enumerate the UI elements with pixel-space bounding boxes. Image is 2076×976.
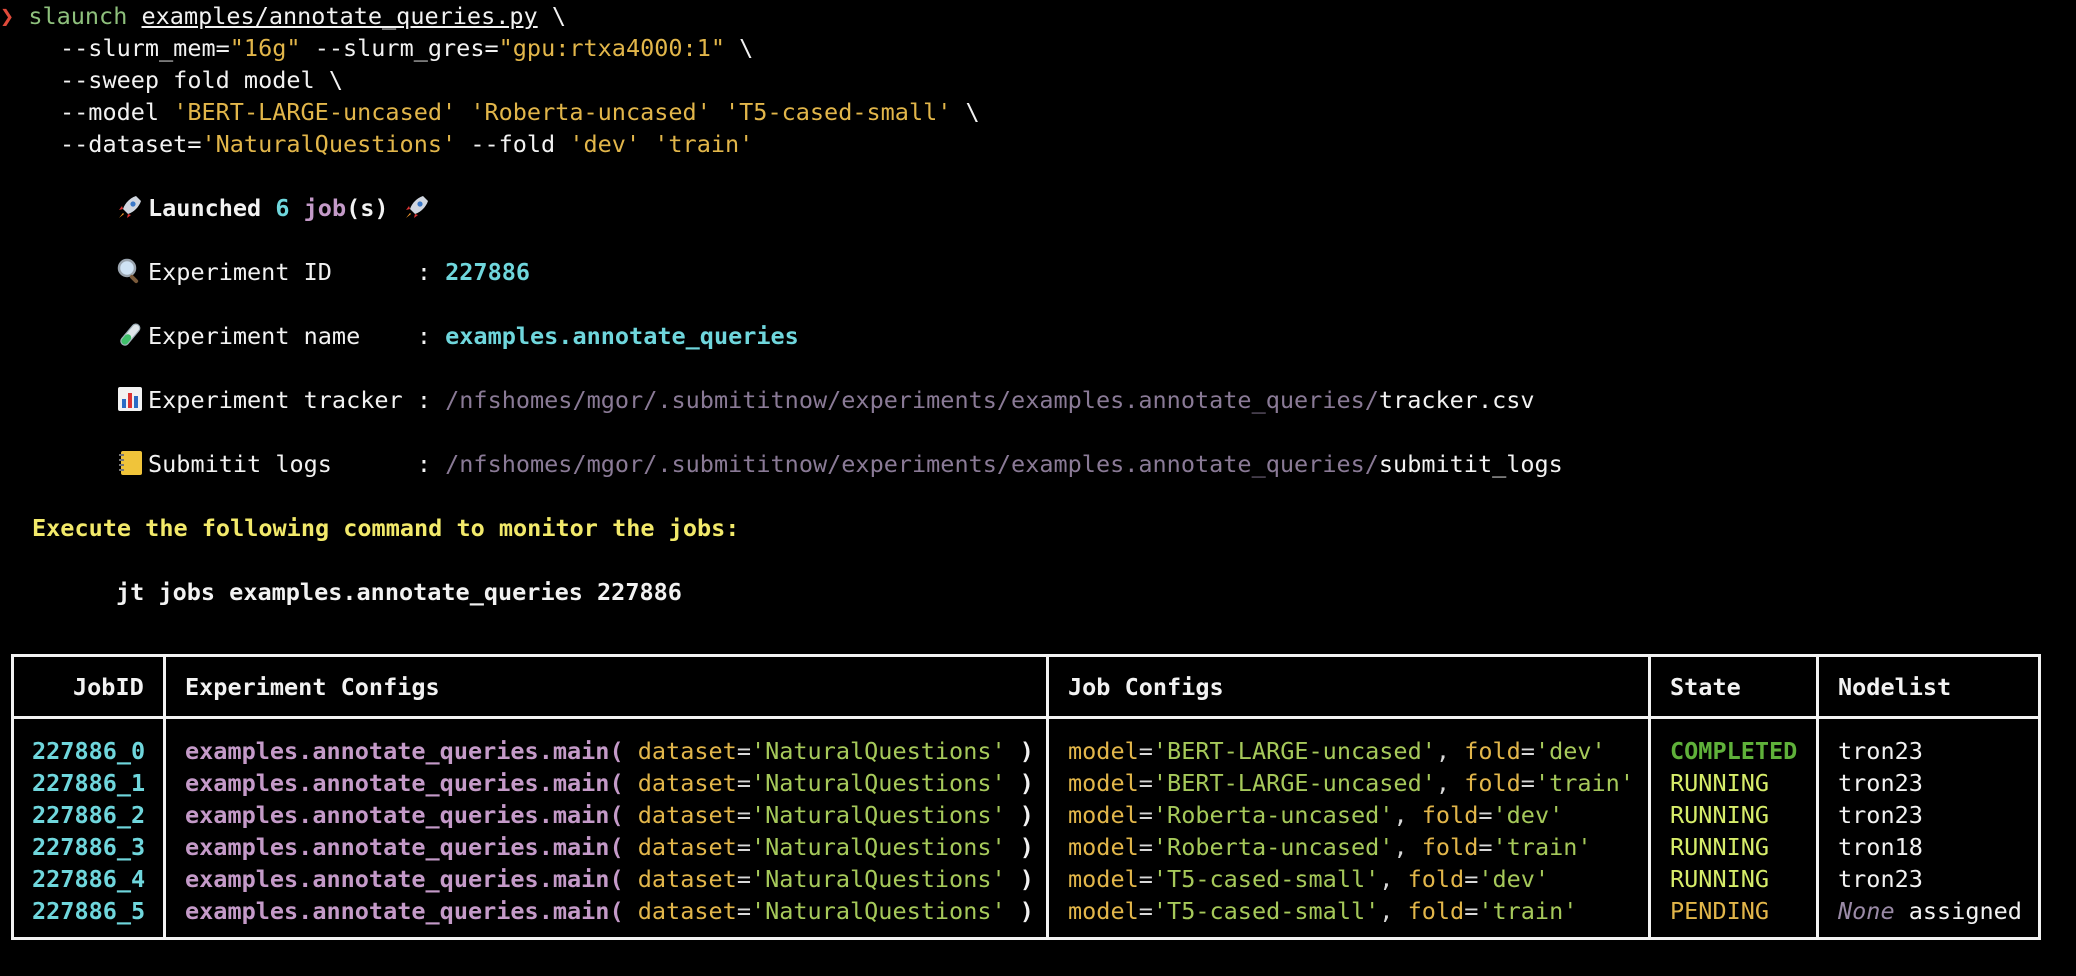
command-line-1: ❯ slaunch examples/annotate_queries.py \: [0, 0, 566, 32]
line-continuation: \: [965, 98, 980, 126]
job-state: RUNNING: [1670, 833, 1770, 861]
model-arg: 'T5-cased-small': [725, 98, 952, 126]
job-state: PENDING: [1670, 897, 1770, 925]
launched-count: 6: [275, 194, 290, 222]
launched-unit: job: [303, 194, 347, 222]
experiment-id-value: 227886: [445, 258, 531, 286]
job-state: RUNNING: [1670, 865, 1770, 893]
experiment-name-value: examples.annotate_queries: [445, 322, 799, 350]
model-arg: 'BERT-LARGE-uncased': [173, 98, 457, 126]
command-line-2: --slurm_mem="16g" --slurm_gres="gpu:rtxa…: [60, 32, 753, 64]
header-nodelist: Nodelist: [1838, 673, 1952, 701]
prompt-symbol: ❯: [0, 2, 15, 30]
bar-chart-icon: [116, 384, 148, 416]
line-continuation: \: [739, 34, 754, 62]
flag-fold: --fold: [470, 130, 556, 158]
experiment-config: examples.annotate_queries.main( dataset=…: [185, 897, 1034, 925]
flag-slurm-mem: --slurm_mem=: [60, 34, 230, 62]
fold-arg: 'train': [654, 130, 754, 158]
job-config: model='BERT-LARGE-uncased', fold='train': [1068, 769, 1634, 797]
command-script: examples/annotate_queries.py: [141, 2, 538, 30]
job-id: 227886_2: [32, 801, 146, 829]
job-state: RUNNING: [1670, 769, 1770, 797]
job-id: 227886_3: [32, 833, 146, 861]
header-jobid: JobID: [73, 673, 144, 701]
header-experiment-configs: Experiment Configs: [185, 673, 440, 701]
launched-line: Launched 6 job(s): [116, 192, 435, 224]
test-tube-icon: [116, 320, 148, 352]
rocket-icon: [403, 192, 435, 224]
job-state: RUNNING: [1670, 801, 1770, 829]
column-separator: [1046, 654, 1049, 940]
job-config: model='Roberta-uncased', fold='train': [1068, 833, 1592, 861]
notebook-icon: [116, 448, 148, 480]
dataset-value: 'NaturalQuestions': [201, 130, 457, 158]
rocket-icon: [116, 192, 148, 224]
experiment-name-line: Experiment name : examples.annotate_quer…: [116, 320, 799, 352]
monitor-banner: Execute the following command to monitor…: [32, 514, 740, 542]
model-arg: 'Roberta-uncased': [470, 98, 711, 126]
magnifier-icon: [116, 256, 148, 288]
job-state: COMPLETED: [1670, 737, 1798, 765]
launched-suffix: (s): [346, 194, 389, 222]
job-node: tron23: [1838, 737, 1923, 765]
column-separator: [163, 654, 166, 940]
command-line-3: --sweep fold model \: [60, 66, 343, 94]
experiment-tracker-line: Experiment tracker : /nfshomes/mgor/.sub…: [116, 384, 1535, 416]
experiment-config: examples.annotate_queries.main( dataset=…: [185, 769, 1034, 797]
experiment-config: examples.annotate_queries.main( dataset=…: [185, 865, 1034, 893]
command-line-4: --model 'BERT-LARGE-uncased' 'Roberta-un…: [60, 96, 980, 128]
logs-file: submitit_logs: [1378, 450, 1563, 478]
job-id: 227886_5: [32, 897, 146, 925]
job-node: tron23: [1838, 801, 1923, 829]
job-id: 227886_4: [32, 865, 146, 893]
tracker-path: /nfshomes/mgor/.submititnow/experiments/…: [445, 386, 1379, 414]
flag-model: --model: [60, 98, 160, 126]
flag-dataset: --dataset=: [60, 130, 202, 158]
header-job-configs: Job Configs: [1068, 673, 1224, 701]
experiment-id-line: Experiment ID : 227886: [116, 256, 530, 288]
column-separator: [1816, 654, 1819, 940]
command-line-5: --dataset='NaturalQuestions' --fold 'dev…: [60, 128, 753, 160]
experiment-name-label: Experiment name :: [148, 322, 431, 350]
tracker-file: tracker.csv: [1378, 386, 1535, 414]
header-state: State: [1670, 673, 1741, 701]
slurm-gres-value: "gpu:rtxa4000:1": [498, 34, 725, 62]
experiment-config: examples.annotate_queries.main( dataset=…: [185, 801, 1034, 829]
job-node: tron18: [1838, 833, 1923, 861]
table-header-separator: [11, 716, 2041, 719]
line-continuation: \: [551, 2, 566, 30]
job-config: model='Roberta-uncased', fold='dev': [1068, 801, 1564, 829]
job-id: 227886_1: [32, 769, 146, 797]
job-node: None assigned: [1838, 897, 2022, 925]
job-config: model='T5-cased-small', fold='train': [1068, 897, 1578, 925]
submitit-logs-label: Submitit logs :: [148, 450, 431, 478]
logs-path: /nfshomes/mgor/.submititnow/experiments/…: [445, 450, 1379, 478]
job-node: tron23: [1838, 769, 1923, 797]
fold-arg: 'dev': [569, 130, 641, 158]
command-program: slaunch: [28, 2, 128, 30]
flag-slurm-gres: --slurm_gres=: [314, 34, 499, 62]
job-config: model='BERT-LARGE-uncased', fold='dev': [1068, 737, 1606, 765]
job-config: model='T5-cased-small', fold='dev': [1068, 865, 1550, 893]
column-separator: [1648, 654, 1651, 940]
job-node: tron23: [1838, 865, 1923, 893]
experiment-tracker-label: Experiment tracker :: [148, 386, 431, 414]
submitit-logs-line: Submitit logs : /nfshomes/mgor/.submitit…: [116, 448, 1563, 480]
experiment-config: examples.annotate_queries.main( dataset=…: [185, 833, 1034, 861]
slurm-mem-value: "16g": [229, 34, 301, 62]
experiment-id-label: Experiment ID :: [148, 258, 431, 286]
experiment-config: examples.annotate_queries.main( dataset=…: [185, 737, 1034, 765]
job-id: 227886_0: [32, 737, 146, 765]
launched-prefix: Launched: [148, 194, 262, 222]
monitor-command: jt jobs examples.annotate_queries 227886: [116, 578, 682, 606]
